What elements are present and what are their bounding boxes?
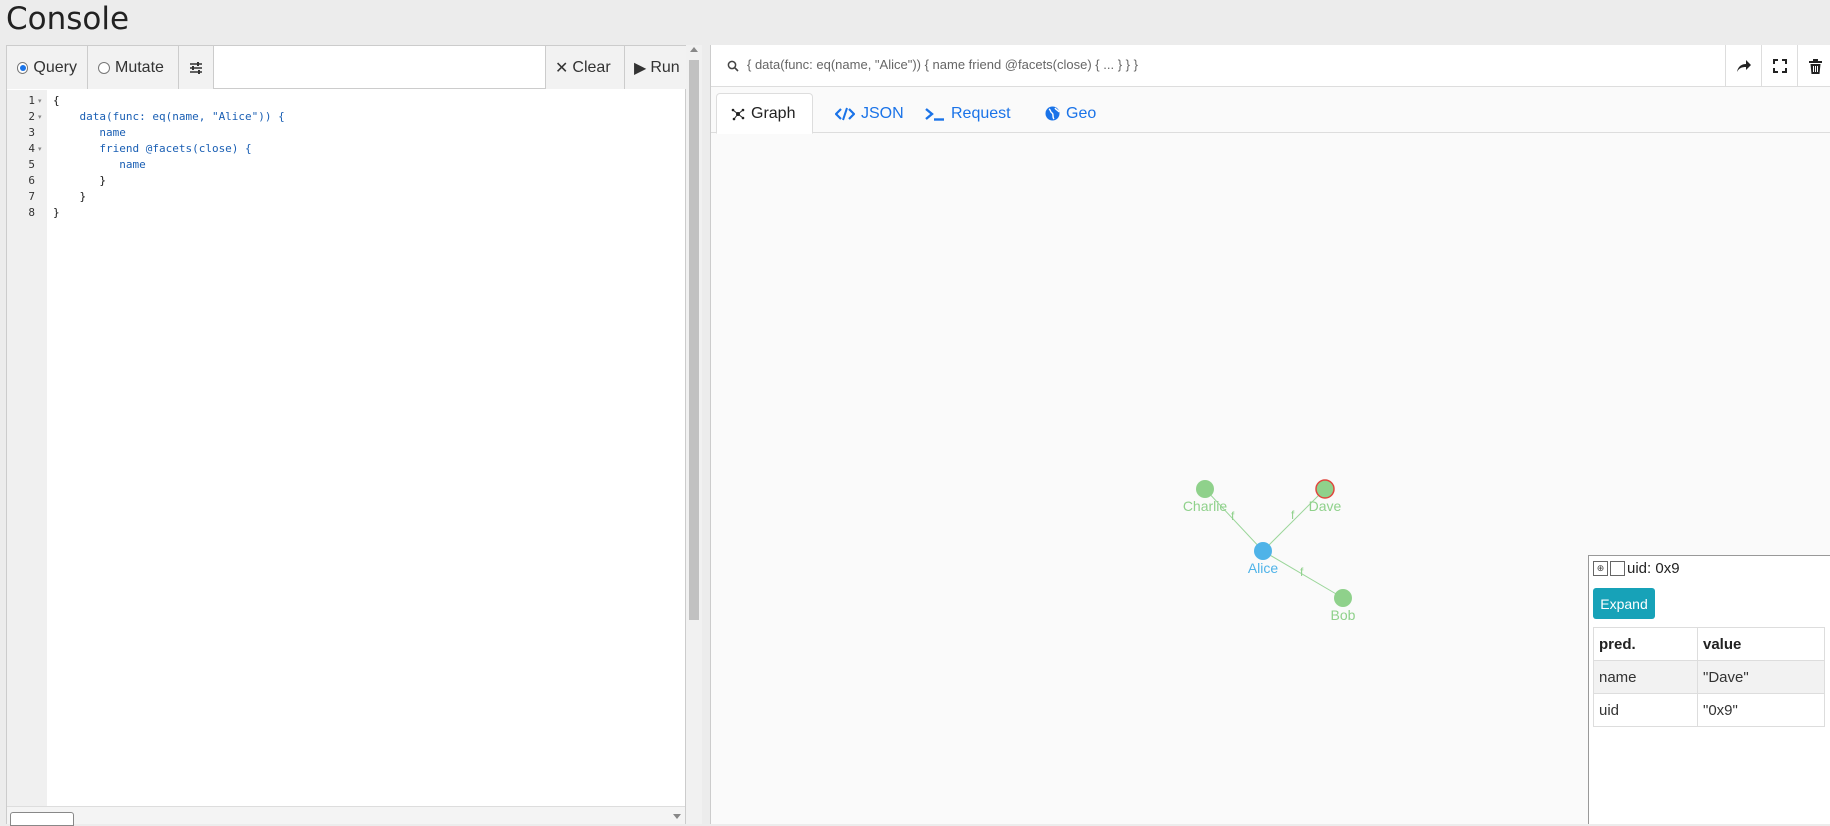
graph-node-alice[interactable] <box>1254 542 1272 560</box>
play-icon: ▶ <box>634 59 647 77</box>
radio-unselected-icon <box>98 61 110 74</box>
node-label: Alice <box>1248 560 1279 576</box>
tab-json-label: JSON <box>861 104 904 122</box>
close-icon: ✕ <box>555 59 569 77</box>
pin-checkbox[interactable] <box>1610 561 1625 576</box>
query-mode-label: Query <box>33 58 77 76</box>
editor-scrollbar[interactable] <box>686 45 702 824</box>
line-number: 3 <box>28 126 35 139</box>
tab-request-label: Request <box>951 104 1011 122</box>
globe-icon <box>1045 106 1060 121</box>
editor-footer <box>7 806 685 826</box>
node-properties-table: pred. value name "Dave" uid "0x9" <box>1593 627 1825 727</box>
scroll-up-icon[interactable] <box>690 47 698 52</box>
line-number: 1 <box>28 94 35 107</box>
share-button[interactable] <box>1725 45 1761 87</box>
table-row: name "Dave" <box>1593 660 1825 694</box>
table-header-row: pred. value <box>1593 627 1825 661</box>
search-icon <box>727 60 739 72</box>
column-header: pred. <box>1593 627 1698 661</box>
node-panel-header: ⊕ uid: 0x9 <box>1593 560 1680 577</box>
fold-arrow-icon[interactable]: ▾ <box>38 145 42 153</box>
page-title: Console <box>6 1 130 37</box>
collapse-toggle-icon[interactable]: ⊕ <box>1593 561 1608 576</box>
line-number: 6 <box>28 174 35 187</box>
node-properties-panel: ⊕ uid: 0x9 Expand pred. value name "Dave… <box>1588 555 1830 824</box>
clear-button[interactable]: ✕ Clear <box>545 46 624 89</box>
code-line: data(func: eq(name, "Alice")) { <box>53 110 285 123</box>
line-number-gutter: 1 ▾ 2 ▾ 3 4 ▾ 5 6 7 8 <box>7 90 47 806</box>
query-summary[interactable]: { data(func: eq(name, "Alice")) { name f… <box>747 57 1138 72</box>
fold-arrow-icon[interactable]: ▾ <box>38 113 42 121</box>
tab-request[interactable]: Request <box>911 93 1025 134</box>
query-editor-panel: Query Mutate ✕ Clear ▶ Run 1 ▾ 2 ▾ 3 4 ▾… <box>6 45 686 826</box>
graph-node-bob[interactable] <box>1334 589 1352 607</box>
scrollbar-thumb[interactable] <box>689 60 699 620</box>
result-header: { data(func: eq(name, "Alice")) { name f… <box>711 45 1830 87</box>
value-cell: "0x9" <box>1697 693 1825 727</box>
graph-icon <box>731 107 745 121</box>
tab-json[interactable]: JSON <box>821 93 918 134</box>
code-line: } <box>53 174 106 187</box>
tab-graph[interactable]: Graph <box>716 93 813 134</box>
run-button[interactable]: ▶ Run <box>624 46 686 89</box>
code-line: friend @facets(close) { <box>53 142 252 155</box>
table-row: uid "0x9" <box>1593 693 1825 727</box>
node-label: Bob <box>1331 607 1356 623</box>
code-line: } <box>53 206 60 219</box>
code-editor[interactable]: { data(func: eq(name, "Alice")) { name f… <box>47 90 685 806</box>
code-line: } <box>53 190 87 203</box>
mutate-mode-radio[interactable]: Mutate <box>88 46 179 89</box>
trash-icon <box>1809 58 1822 74</box>
code-line: name <box>53 158 146 171</box>
fullscreen-icon <box>1772 59 1787 73</box>
edge-label: f <box>1300 565 1304 579</box>
mutate-mode-label: Mutate <box>115 58 164 76</box>
editor-toolbar: Query Mutate ✕ Clear ▶ Run <box>7 46 686 89</box>
code-line: name <box>53 126 126 139</box>
share-icon <box>1736 60 1751 72</box>
line-number: 4 <box>28 142 35 155</box>
terminal-icon <box>925 107 945 121</box>
tab-geo[interactable]: Geo <box>1031 93 1110 134</box>
radio-selected-icon <box>17 61 29 74</box>
node-uid-title: uid: 0x9 <box>1627 560 1680 577</box>
editor-settings-button[interactable] <box>179 46 214 89</box>
sliders-icon <box>190 61 202 74</box>
tab-geo-label: Geo <box>1066 104 1097 122</box>
column-header: value <box>1697 627 1825 661</box>
line-number: 2 <box>28 110 35 123</box>
line-number: 5 <box>28 158 35 171</box>
tab-graph-label: Graph <box>751 104 796 122</box>
node-label: Charlie <box>1183 498 1228 514</box>
predicate-cell: name <box>1593 660 1698 694</box>
line-number: 7 <box>28 190 35 203</box>
line-number: 8 <box>28 206 35 219</box>
graph-node-dave[interactable] <box>1315 479 1335 499</box>
run-label: Run <box>650 58 680 76</box>
scroll-down-icon[interactable] <box>673 814 681 819</box>
code-line: { <box>53 94 60 107</box>
fold-arrow-icon[interactable]: ▾ <box>38 97 42 105</box>
node-label: Dave <box>1309 498 1342 514</box>
clear-label: Clear <box>572 58 611 76</box>
delete-button[interactable] <box>1797 45 1830 87</box>
result-tabs: Graph JSON Request Geo <box>711 87 1830 134</box>
predicate-cell: uid <box>1593 693 1698 727</box>
value-cell: "Dave" <box>1697 660 1825 694</box>
code-icon <box>835 107 855 121</box>
expand-button[interactable]: Expand <box>1593 588 1655 619</box>
graph-node-charlie[interactable] <box>1196 480 1214 498</box>
query-mode-radio[interactable]: Query <box>7 46 88 89</box>
fullscreen-button[interactable] <box>1761 45 1797 87</box>
